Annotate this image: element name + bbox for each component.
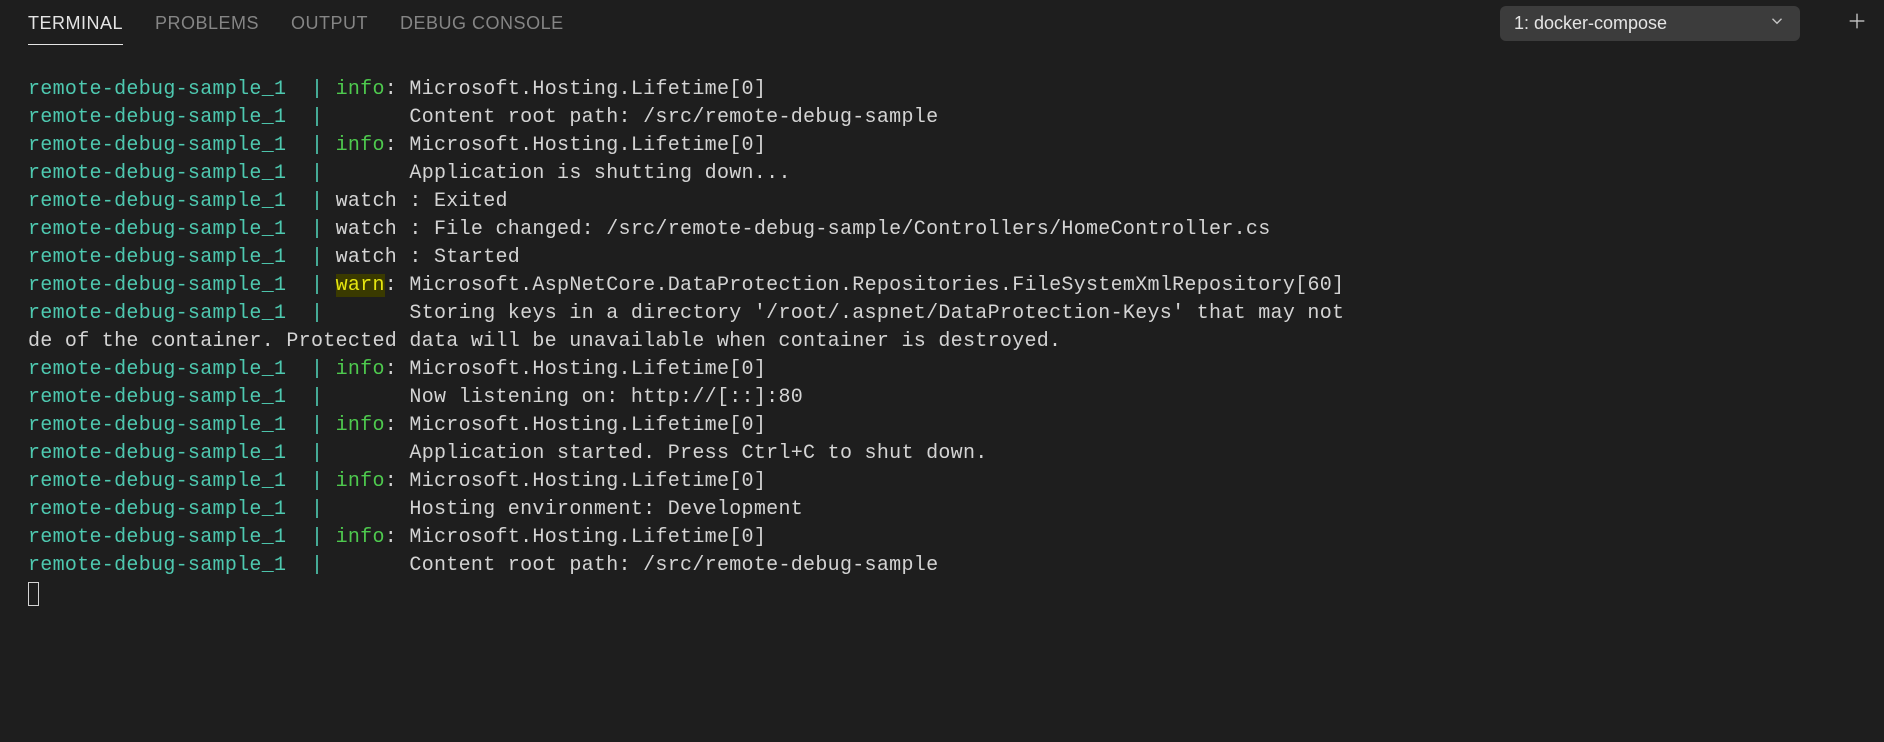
terminal-line: remote-debug-sample_1 | info: Microsoft.… <box>28 132 1884 160</box>
terminal-selector-label: 1: docker-compose <box>1514 13 1667 34</box>
terminal-line: remote-debug-sample_1 | Application is s… <box>28 160 1884 188</box>
new-terminal-button[interactable] <box>1846 10 1868 37</box>
terminal-line: remote-debug-sample_1 | Content root pat… <box>28 104 1884 132</box>
panel-tab-bar: TERMINAL PROBLEMS OUTPUT DEBUG CONSOLE 1… <box>0 0 1884 48</box>
terminal-selector-dropdown[interactable]: 1: docker-compose <box>1500 6 1800 41</box>
tab-debug-console[interactable]: DEBUG CONSOLE <box>400 3 564 44</box>
terminal-line: de of the container. Protected data will… <box>28 328 1884 356</box>
tab-problems[interactable]: PROBLEMS <box>155 3 259 44</box>
terminal-line: remote-debug-sample_1 | watch : Exited <box>28 188 1884 216</box>
terminal-line: remote-debug-sample_1 | info: Microsoft.… <box>28 468 1884 496</box>
terminal-line: remote-debug-sample_1 | warn: Microsoft.… <box>28 272 1884 300</box>
terminal-line: remote-debug-sample_1 | Storing keys in … <box>28 300 1884 328</box>
terminal-line: remote-debug-sample_1 | info: Microsoft.… <box>28 524 1884 552</box>
integrated-terminal-panel: TERMINAL PROBLEMS OUTPUT DEBUG CONSOLE 1… <box>0 0 1884 742</box>
terminal-line: remote-debug-sample_1 | watch : File cha… <box>28 216 1884 244</box>
tab-output[interactable]: OUTPUT <box>291 3 368 44</box>
terminal-cursor <box>28 582 39 606</box>
terminal-line: remote-debug-sample_1 | info: Microsoft.… <box>28 356 1884 384</box>
terminal-line: remote-debug-sample_1 | Application star… <box>28 440 1884 468</box>
terminal-line: remote-debug-sample_1 | info: Microsoft.… <box>28 76 1884 104</box>
terminal-line: remote-debug-sample_1 | info: Microsoft.… <box>28 412 1884 440</box>
terminal-line: remote-debug-sample_1 | Content root pat… <box>28 552 1884 580</box>
terminal-line: remote-debug-sample_1 | Hosting environm… <box>28 496 1884 524</box>
terminal-line: remote-debug-sample_1 | Now listening on… <box>28 384 1884 412</box>
terminal-line: remote-debug-sample_1 | watch : Started <box>28 244 1884 272</box>
tab-terminal[interactable]: TERMINAL <box>28 3 123 44</box>
terminal-output[interactable]: remote-debug-sample_1 | info: Microsoft.… <box>0 48 1884 742</box>
chevron-down-icon <box>1768 12 1786 35</box>
